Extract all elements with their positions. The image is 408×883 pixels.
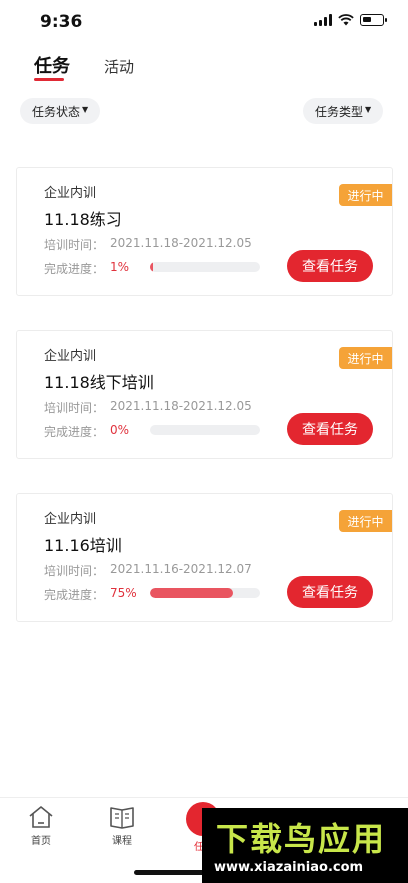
task-card[interactable]: 企业内训 11.16培训 培训时间： 2021.11.16-2021.12.07… [16,493,393,622]
task-title: 11.18练习 [44,210,122,229]
signal-icon [314,14,332,26]
task-title: 11.16培训 [44,536,122,555]
battery-icon [360,14,387,26]
task-card[interactable]: 企业内训 11.18练习 培训时间： 2021.11.18-2021.12.05… [16,167,393,296]
caret-down-icon: ▼ [82,104,89,114]
progress-bar [150,262,260,272]
task-category: 企业内训 [44,349,97,364]
status-time: 9:36 [40,12,83,32]
book-icon [110,807,134,829]
nav-label-home: 首页 [31,836,51,847]
progress-bar [150,425,260,435]
task-status-filter[interactable]: 任务状态 ▼ [20,98,101,124]
tab-activities[interactable]: 活动 [104,56,134,77]
training-time-value: 2021.11.18-2021.12.05 [110,236,252,250]
training-time-value: 2021.11.18-2021.12.05 [110,399,252,413]
nav-label-courses: 课程 [112,836,132,847]
status-bar: 9:36 [0,0,408,44]
status-badge: 进行中 [339,347,392,369]
home-icon [29,806,53,828]
task-category: 企业内训 [44,186,97,201]
progress-bar-fill [150,588,233,598]
watermark-title: 下载鸟应用 [216,820,387,858]
progress-bar-fill [150,262,153,272]
view-task-button[interactable]: 查看任务 [287,250,373,282]
progress-label: 完成进度： [44,262,105,276]
training-time-value: 2021.11.16-2021.12.07 [110,562,252,576]
training-time-label: 培训时间： [44,238,105,252]
watermark-logo: 下载鸟应用 www.xiazainiao.com [202,808,408,883]
progress-percent: 1% [110,260,130,274]
nav-item-home[interactable]: 首页 [16,804,66,847]
task-type-filter-label: 任务类型 [315,104,364,119]
training-time-label: 培训时间： [44,401,105,415]
training-time-label: 培训时间： [44,564,105,578]
view-task-button[interactable]: 查看任务 [287,576,373,608]
nav-item-courses[interactable]: 课程 [97,804,147,847]
task-card[interactable]: 企业内训 11.18线下培训 培训时间： 2021.11.18-2021.12.… [16,330,393,459]
wifi-icon [338,14,354,26]
view-task-button[interactable]: 查看任务 [287,413,373,445]
progress-percent: 75% [110,586,137,600]
watermark-url: www.xiazainiao.com [214,860,364,875]
progress-label: 完成进度： [44,425,105,439]
status-badge: 进行中 [339,510,392,532]
tab-active-indicator [34,78,64,81]
progress-percent: 0% [110,423,130,437]
task-status-filter-label: 任务状态 [32,104,81,119]
status-badge: 进行中 [339,184,392,206]
progress-bar [150,588,260,598]
task-title: 11.18线下培训 [44,373,154,392]
task-category: 企业内训 [44,512,97,527]
app-screen: 9:36 任务 活动 任务状态 ▼ 任务类型 ▼ 企业内训 11.18练习 培训… [0,0,408,883]
progress-label: 完成进度： [44,588,105,602]
task-type-filter[interactable]: 任务类型 ▼ [303,98,384,124]
caret-down-icon: ▼ [365,104,372,114]
tab-tasks[interactable]: 任务 [34,52,70,78]
top-tabs: 任务 活动 [0,50,408,86]
status-icons [314,14,387,26]
